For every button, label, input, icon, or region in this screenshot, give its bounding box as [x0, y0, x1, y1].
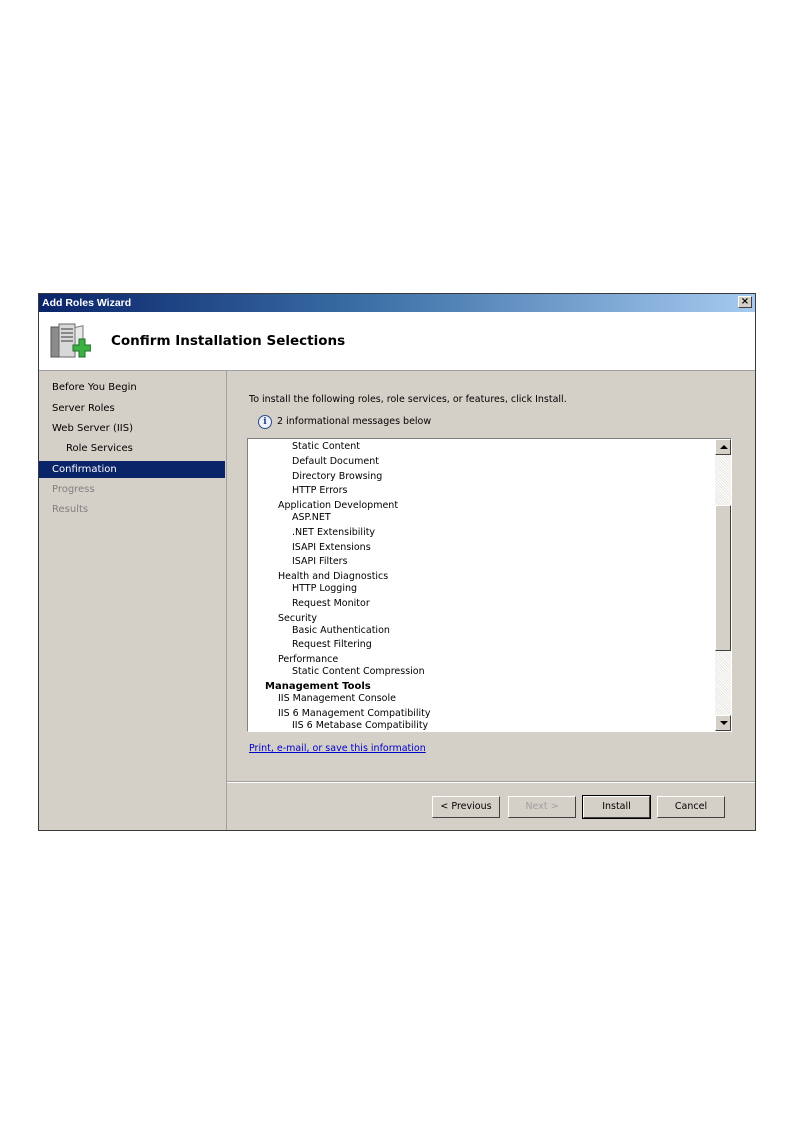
wizard-steps-sidebar: Before You Begin Server Roles Web Server… [39, 371, 227, 830]
window-title: Add Roles Wizard [42, 297, 132, 309]
list-item: ASP.NET [292, 512, 331, 523]
selections-list: Static Content Default Document Director… [248, 439, 713, 731]
list-item: ISAPI Filters [292, 556, 348, 567]
sidebar-item-before-you-begin[interactable]: Before You Begin [39, 379, 225, 396]
info-icon: i [258, 415, 272, 429]
wizard-header: Confirm Installation Selections [39, 312, 755, 371]
install-button[interactable]: Install [582, 795, 651, 819]
list-item: Application Development [278, 500, 399, 511]
sidebar-item-web-server[interactable]: Web Server (IIS) [39, 420, 225, 437]
list-item: ISAPI Extensions [292, 542, 371, 553]
list-item: Static Content Compression [292, 666, 425, 677]
close-button[interactable]: × [738, 296, 752, 308]
scroll-down-button[interactable] [715, 715, 731, 731]
list-item: Performance [278, 654, 339, 665]
selections-listbox[interactable]: Static Content Default Document Director… [247, 438, 732, 732]
list-item: Default Document [292, 456, 379, 467]
list-item: Basic Authentication [292, 625, 390, 636]
list-item: Request Monitor [292, 598, 370, 609]
button-separator [227, 781, 755, 783]
list-item: HTTP Errors [292, 485, 348, 496]
list-item: Security [278, 613, 318, 624]
wizard-content: To install the following roles, role ser… [227, 371, 755, 830]
server-add-icon [50, 323, 91, 358]
add-roles-wizard-window: Add Roles Wizard × Confirm Installation … [38, 293, 756, 831]
list-item: IIS 6 Management Compatibility [278, 708, 431, 719]
list-item: Management Tools [265, 681, 371, 692]
list-item: IIS Management Console [278, 693, 396, 704]
page-title: Confirm Installation Selections [111, 333, 346, 349]
next-button: Next > [508, 796, 576, 818]
arrow-up-icon [720, 445, 728, 449]
list-item: IIS 6 Metabase Compatibility [292, 720, 429, 731]
arrow-down-icon [720, 721, 728, 725]
list-item: .NET Extensibility [292, 527, 376, 538]
sidebar-item-role-services[interactable]: Role Services [39, 440, 225, 457]
list-item: Static Content [292, 441, 360, 452]
scrollbar-thumb[interactable] [715, 505, 731, 651]
sidebar-item-results: Results [52, 504, 89, 515]
scroll-up-button[interactable] [715, 439, 731, 455]
list-item: Request Filtering [292, 639, 372, 650]
previous-button[interactable]: < Previous [432, 796, 500, 818]
intro-text: To install the following roles, role ser… [249, 394, 567, 405]
sidebar-item-confirmation[interactable]: Confirmation [39, 461, 225, 478]
sidebar-item-progress: Progress [52, 484, 95, 495]
sidebar-item-server-roles[interactable]: Server Roles [39, 400, 225, 417]
vertical-scrollbar[interactable] [715, 439, 731, 731]
list-item: Directory Browsing [292, 471, 383, 482]
print-email-save-link[interactable]: Print, e-mail, or save this information [249, 743, 426, 754]
info-message-text: 2 informational messages below [277, 416, 432, 427]
list-item: HTTP Logging [292, 583, 358, 594]
cancel-button[interactable]: Cancel [657, 796, 725, 818]
close-icon: × [740, 296, 750, 307]
title-bar[interactable]: Add Roles Wizard × [39, 294, 755, 312]
list-item: Health and Diagnostics [278, 571, 389, 582]
